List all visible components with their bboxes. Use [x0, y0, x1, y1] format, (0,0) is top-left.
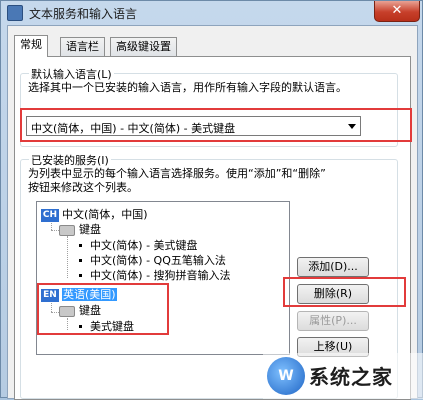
- watermark-logo-icon: W: [267, 357, 305, 395]
- installed-services-description-line2: 按钮来修改这个列表。: [28, 181, 138, 194]
- default-language-group-title: 默认输入语言(L): [29, 66, 114, 82]
- bullet-icon: [79, 243, 82, 247]
- keyboard-icon: [59, 224, 75, 236]
- tab-advanced-key-settings[interactable]: 高级键设置: [110, 37, 177, 57]
- tree-connector: [51, 230, 59, 231]
- dialog-window: 文本服务和输入语言 ✕ 常规 语言栏 高级键设置 默认输入语言(L) 选择其中一…: [0, 0, 423, 400]
- tab-general[interactable]: 常规: [14, 35, 48, 57]
- window-title: 文本服务和输入语言: [29, 7, 138, 21]
- installed-services-group-title: 已安装的服务(I): [29, 152, 111, 168]
- highlight-box-english: [37, 283, 169, 335]
- watermark-text: 系统之家: [309, 365, 393, 389]
- bullet-icon: [79, 273, 82, 277]
- list-item-label: 中文(简体) - 搜狗拼音输入法: [90, 269, 231, 282]
- tree-node-chinese[interactable]: CH 中文(简体，中国): [41, 208, 148, 222]
- title-bar[interactable]: 文本服务和输入语言 ✕: [1, 1, 422, 25]
- tree-node-label: 键盘: [79, 223, 101, 236]
- highlight-box-remove: [283, 277, 406, 307]
- list-item-label: 中文(简体) - 美式键盘: [90, 239, 198, 252]
- tree-node-keyboard-chinese[interactable]: 键盘: [59, 223, 101, 237]
- tree-item-qq-wubi[interactable]: 中文(简体) - QQ五笔输入法: [75, 254, 226, 268]
- close-button[interactable]: ✕: [374, 1, 420, 22]
- language-ch-icon: CH: [41, 208, 59, 222]
- properties-button[interactable]: 属性(P)...: [297, 311, 369, 331]
- add-button[interactable]: 添加(D)...: [297, 257, 369, 277]
- tree-item-us-keyboard[interactable]: 中文(简体) - 美式键盘: [75, 239, 198, 253]
- bullet-icon: [79, 258, 82, 262]
- list-item-label: 中文(简体) - QQ五笔输入法: [90, 254, 226, 267]
- keyboard-app-icon: [7, 5, 23, 21]
- installed-services-description-line1: 为列表中显示的每个输入语言选择服务。使用“添加”和“删除”: [28, 167, 326, 180]
- watermark: W 系统之家: [263, 353, 423, 399]
- tree-node-label: 中文(简体，中国): [62, 208, 148, 221]
- highlight-box-dropdown: [20, 108, 412, 142]
- tab-language-bar[interactable]: 语言栏: [60, 37, 105, 57]
- tree-item-sogou-pinyin[interactable]: 中文(简体) - 搜狗拼音输入法: [75, 269, 231, 283]
- tree-connector: [67, 236, 68, 278]
- default-language-description: 选择其中一个已安装的输入语言，用作所有输入字段的默认语言。: [28, 81, 347, 94]
